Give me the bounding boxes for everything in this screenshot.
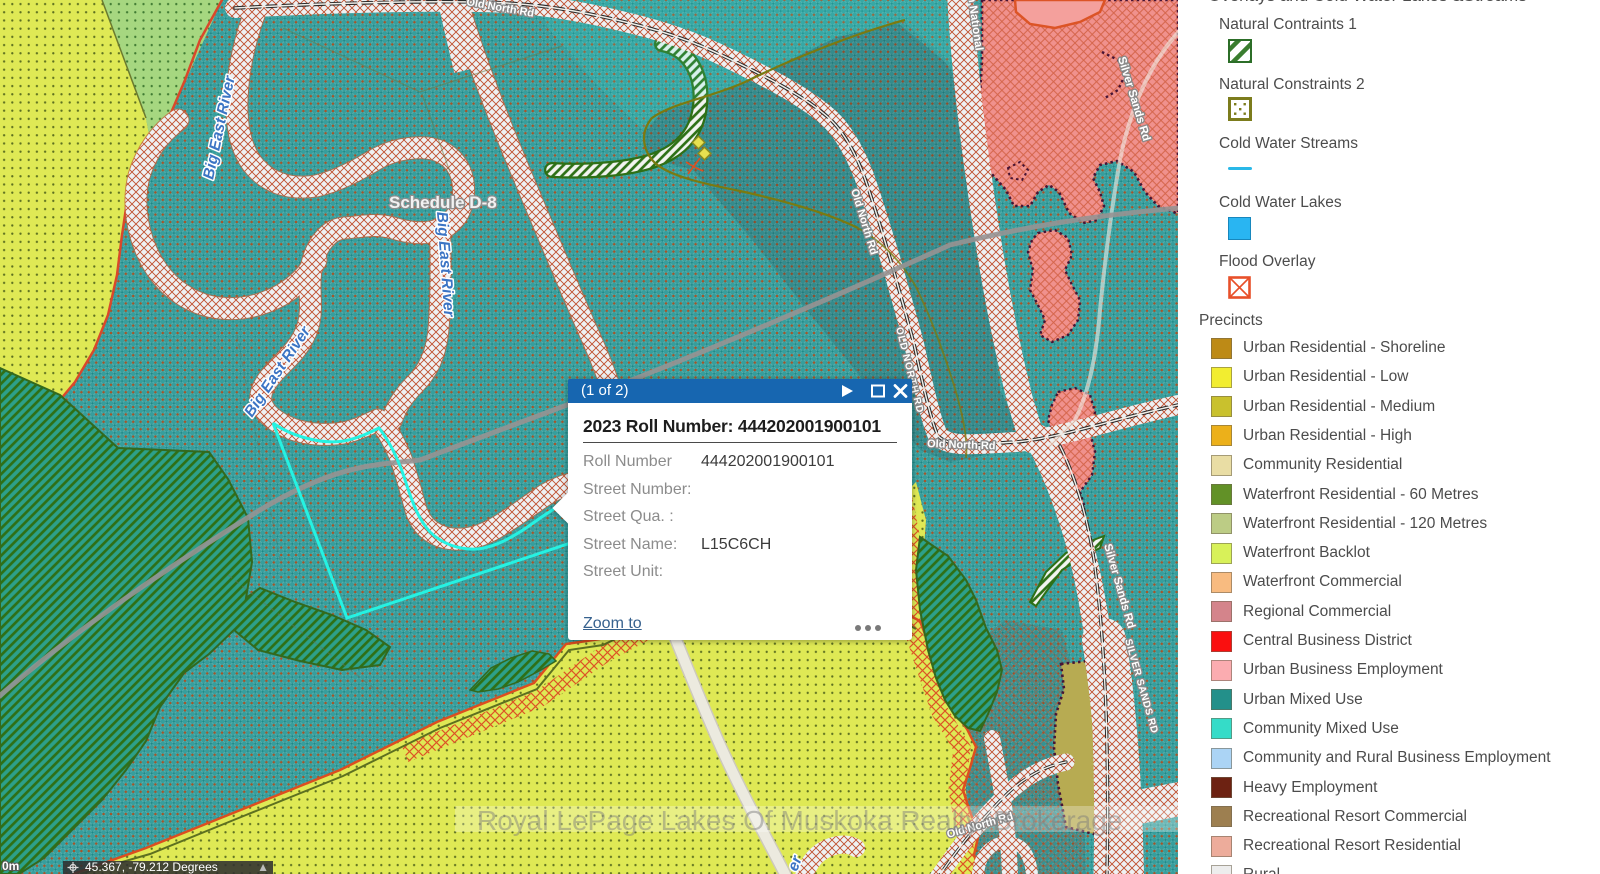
svg-text:Old North Rd: Old North Rd <box>927 438 996 452</box>
svg-text:Schedule D-8: Schedule D-8 <box>389 193 497 212</box>
svg-text:Royal LePage Lakes Of Muskoka: Royal LePage Lakes Of Muskoka Realty, Br… <box>477 805 1122 836</box>
svg-text:0m: 0m <box>2 859 19 873</box>
